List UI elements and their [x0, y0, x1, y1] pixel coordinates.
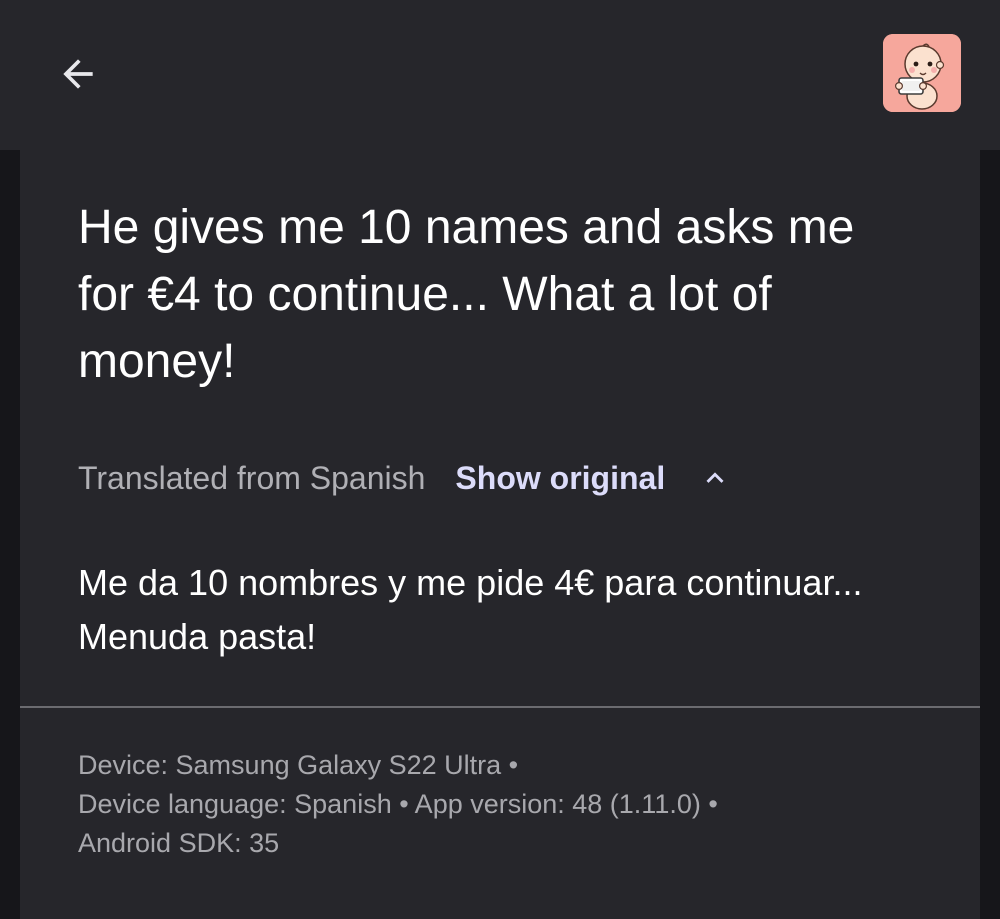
chevron-up-icon — [706, 472, 724, 483]
arrow-left-icon — [63, 59, 93, 89]
baby-holding-phone-app-icon — [883, 34, 961, 112]
translated-review-text: He gives me 10 names and asks me for €4 … — [78, 201, 855, 388]
divider — [20, 706, 980, 708]
language-version-line: Device language: Spanish • App version: … — [78, 789, 718, 819]
top-app-bar — [0, 0, 1000, 150]
show-original-button[interactable]: Show original — [455, 460, 665, 497]
translation-row: Translated from Spanish Show original — [78, 456, 733, 500]
translated-from-label: Translated from Spanish — [78, 459, 426, 496]
android-sdk-line: Android SDK: 35 — [78, 828, 280, 858]
original-review-text: Me da 10 nombres y me pide 4€ para conti… — [78, 562, 863, 657]
device-info-line: Device: Samsung Galaxy S22 Ultra • — [78, 750, 519, 780]
app-icon[interactable] — [883, 34, 961, 112]
back-button[interactable] — [48, 44, 108, 104]
device-metadata: Device: Samsung Galaxy S22 Ultra • Devic… — [78, 746, 938, 863]
collapse-original-button[interactable] — [697, 460, 733, 496]
review-card: He gives me 10 names and asks me for €4 … — [20, 150, 980, 919]
